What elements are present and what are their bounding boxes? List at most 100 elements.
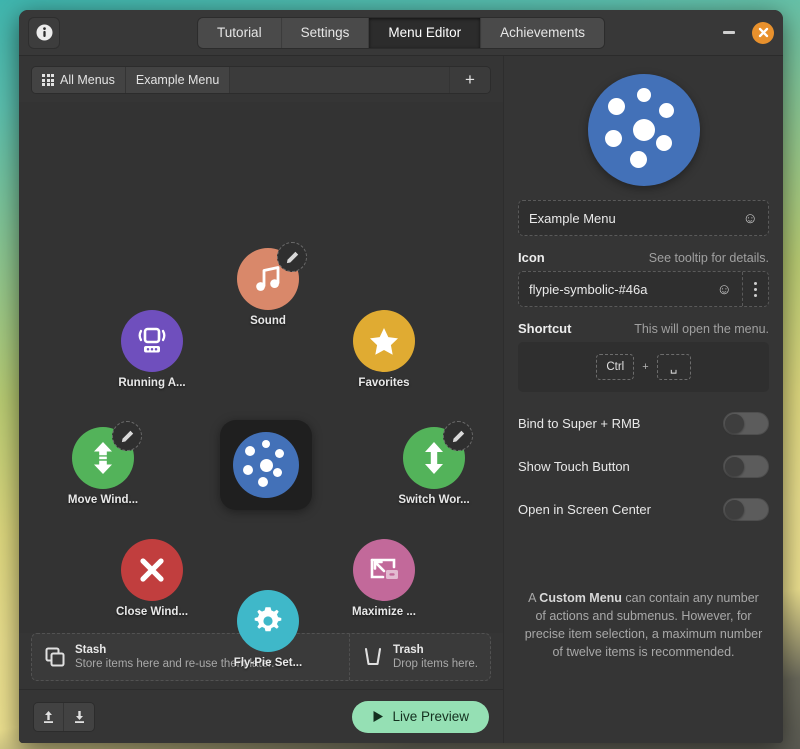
menu-item-label: Switch Wor... bbox=[398, 494, 470, 506]
info-icon bbox=[36, 24, 52, 41]
shortcut-label-row: Shortcut This will open the menu. bbox=[518, 321, 769, 336]
menu-item-icon-wrap bbox=[72, 421, 142, 489]
trash-icon bbox=[364, 647, 382, 666]
maximize-icon bbox=[370, 558, 398, 579]
trash-dropzone[interactable]: Trash Drop items here. bbox=[350, 634, 490, 680]
info-button[interactable] bbox=[28, 16, 60, 49]
toggle-row-show-touch-button: Show Touch Button bbox=[518, 455, 769, 478]
flypie-logo-icon bbox=[233, 432, 299, 498]
breadcrumb-all-menus[interactable]: All Menus bbox=[32, 67, 126, 93]
menu-item-circle bbox=[353, 539, 415, 601]
menu-item-icon-wrap bbox=[403, 421, 473, 489]
shortcut-hint: This will open the menu. bbox=[634, 322, 769, 336]
menu-item-circle bbox=[353, 310, 415, 372]
star-icon bbox=[370, 327, 398, 355]
trash-text: Trash Drop items here. bbox=[393, 643, 478, 672]
breadcrumb: All Menus Example Menu + bbox=[31, 66, 491, 94]
export-button[interactable] bbox=[64, 702, 94, 731]
editor-bottom-bar: Live Preview bbox=[19, 689, 503, 743]
shortcut-input[interactable]: Ctrl + ␣ bbox=[518, 342, 769, 392]
tab-settings[interactable]: Settings bbox=[281, 17, 370, 48]
import-button[interactable] bbox=[34, 702, 64, 731]
menu-name-input[interactable] bbox=[529, 210, 735, 226]
menu-canvas[interactable]: Sound Running A... Favorites Move Wind..… bbox=[19, 102, 503, 669]
live-preview-button[interactable]: Live Preview bbox=[352, 700, 489, 733]
menu-item-label: Sound bbox=[250, 315, 286, 327]
shortcut-key-space: ␣ bbox=[656, 354, 691, 380]
close-button[interactable] bbox=[752, 21, 774, 44]
emoji-picker-icon[interactable]: ☺ bbox=[743, 211, 758, 226]
menu-center-item[interactable] bbox=[220, 420, 312, 510]
shortcut-separator: + bbox=[642, 361, 649, 373]
menu-item-icon-wrap bbox=[353, 539, 415, 601]
copy-icon bbox=[45, 647, 65, 667]
minimize-button[interactable] bbox=[720, 24, 738, 42]
hint-bold: Custom Menu bbox=[539, 590, 622, 605]
icon-label: Icon bbox=[518, 250, 545, 265]
pencil-icon bbox=[121, 430, 133, 442]
header-bar: Tutorial Settings Menu Editor Achievemen… bbox=[19, 10, 783, 56]
tab-tutorial[interactable]: Tutorial bbox=[198, 17, 282, 48]
menu-item-label: Fly-Pie Set... bbox=[233, 657, 303, 669]
menu-item-running-apps[interactable]: Running A... bbox=[104, 310, 200, 389]
menu-item-icon-wrap bbox=[237, 242, 307, 310]
toggle-label: Show Touch Button bbox=[518, 459, 630, 474]
breadcrumb-bar: All Menus Example Menu + bbox=[19, 56, 503, 102]
toggle-bind-super-rmb[interactable] bbox=[723, 412, 769, 435]
breadcrumb-root-label: All Menus bbox=[60, 73, 115, 87]
toggle-open-in-screen-center[interactable] bbox=[723, 498, 769, 521]
kebab-menu-icon[interactable] bbox=[742, 272, 768, 306]
item-properties-sidebar: ☺ Icon See tooltip for details. ☺ Shortc… bbox=[504, 56, 783, 743]
shortcut-label: Shortcut bbox=[518, 321, 572, 336]
menu-item-flypie-settings[interactable]: Fly-Pie Set... bbox=[220, 590, 316, 669]
menu-name-field[interactable]: ☺ bbox=[518, 200, 769, 236]
menu-item-label: Close Wind... bbox=[115, 606, 189, 618]
upload-icon bbox=[44, 711, 53, 723]
menu-item-icon-wrap bbox=[237, 590, 299, 652]
menu-item-circle bbox=[237, 590, 299, 652]
edit-badge[interactable] bbox=[443, 421, 473, 451]
toggle-row-open-in-screen-center: Open in Screen Center bbox=[518, 498, 769, 521]
menu-item-maximize[interactable]: Maximize ... bbox=[336, 539, 432, 618]
icon-name-input[interactable] bbox=[529, 281, 709, 297]
toggle-label: Open in Screen Center bbox=[518, 502, 651, 517]
icon-hint: See tooltip for details. bbox=[648, 251, 769, 265]
running-apps-icon bbox=[138, 327, 166, 353]
emoji-picker-icon[interactable]: ☺ bbox=[717, 282, 732, 297]
breadcrumb-current-label: Example Menu bbox=[135, 73, 220, 87]
breadcrumb-spacer bbox=[230, 67, 450, 93]
menu-item-favorites[interactable]: Favorites bbox=[336, 310, 432, 389]
add-item-button[interactable]: + bbox=[450, 67, 490, 93]
menu-preview-icon bbox=[587, 74, 700, 186]
pencil-icon bbox=[286, 251, 298, 263]
minimize-icon bbox=[723, 31, 735, 34]
menu-editor-pane: All Menus Example Menu + Sound Running A… bbox=[19, 56, 504, 743]
menu-item-move-window[interactable]: Move Wind... bbox=[55, 421, 151, 506]
breadcrumb-example-menu[interactable]: Example Menu bbox=[125, 67, 231, 93]
tab-bar: Tutorial Settings Menu Editor Achievemen… bbox=[197, 16, 605, 49]
menu-item-label: Favorites bbox=[358, 377, 410, 389]
tab-achievements[interactable]: Achievements bbox=[481, 17, 604, 48]
window-body: All Menus Example Menu + Sound Running A… bbox=[19, 56, 783, 743]
menu-item-icon-wrap bbox=[353, 310, 415, 372]
tab-menu-editor[interactable]: Menu Editor bbox=[369, 17, 482, 48]
menu-item-label: Running A... bbox=[118, 377, 186, 389]
sidebar-hint-text: A Custom Menu can contain any number of … bbox=[518, 589, 769, 662]
import-export-group bbox=[33, 701, 95, 732]
icon-name-field[interactable]: ☺ bbox=[518, 271, 769, 307]
menu-item-close-window[interactable]: Close Wind... bbox=[104, 539, 200, 618]
trash-title: Trash bbox=[392, 643, 424, 656]
toggle-show-touch-button[interactable] bbox=[723, 455, 769, 478]
gear-icon bbox=[254, 607, 282, 632]
trash-subtitle: Drop items here. bbox=[392, 658, 478, 670]
edit-badge[interactable] bbox=[112, 421, 142, 451]
close-icon bbox=[758, 27, 768, 38]
live-preview-label: Live Preview bbox=[392, 709, 469, 724]
icon-label-row: Icon See tooltip for details. bbox=[518, 250, 769, 265]
menu-item-sound[interactable]: Sound bbox=[220, 242, 316, 327]
menu-item-circle bbox=[121, 539, 183, 601]
edit-badge[interactable] bbox=[277, 242, 307, 272]
download-icon bbox=[74, 711, 84, 723]
menu-item-switch-workspace[interactable]: Switch Wor... bbox=[386, 421, 482, 506]
window-controls bbox=[720, 21, 774, 44]
